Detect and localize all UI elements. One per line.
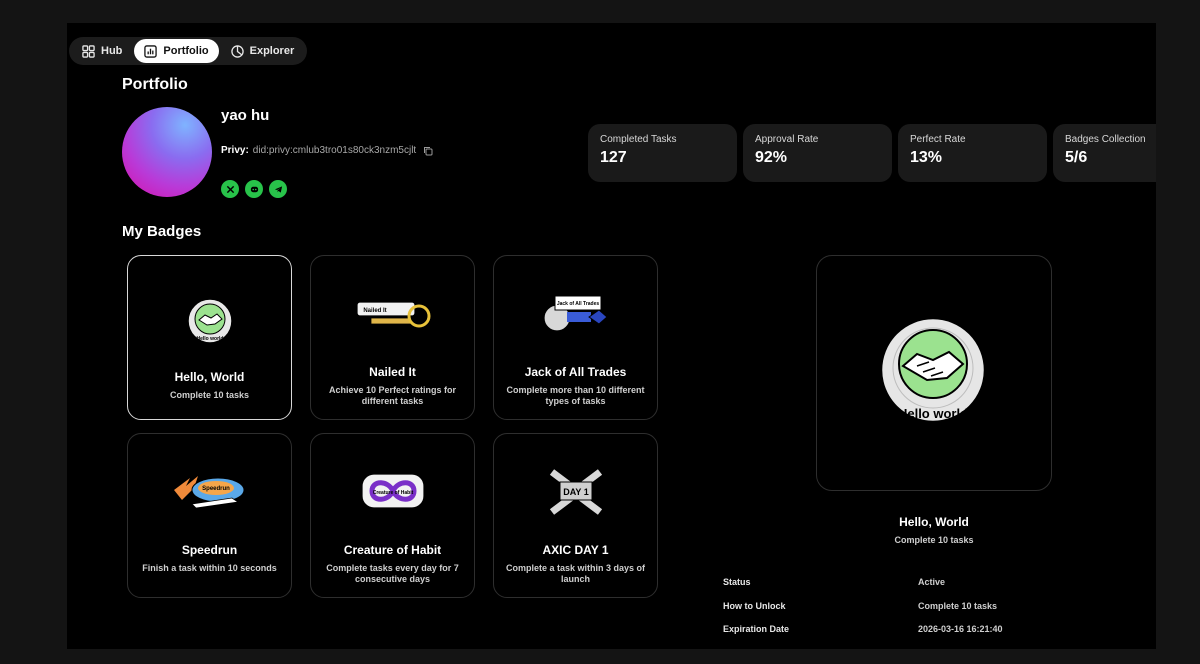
hello-world-badge-icon: Hello world: [186, 298, 233, 344]
badge-art-text: DAY 1: [563, 487, 589, 497]
nav-explorer-label: Explorer: [249, 45, 295, 57]
stat-perfect-rate: Perfect Rate 13%: [898, 124, 1047, 182]
badge-desc: Complete a task within 3 days of launch: [505, 563, 646, 584]
badge-name: AXIC DAY 1: [542, 543, 609, 557]
detail-art-text: Hello world: [898, 406, 968, 421]
badge-desc: Complete 10 tasks: [169, 390, 250, 400]
nav-portfolio[interactable]: Portfolio: [134, 39, 219, 63]
my-badges-title: My Badges: [122, 223, 202, 240]
stat-completed-tasks: Completed Tasks 127: [588, 124, 737, 182]
nailed-it-badge-icon: Nailed It: [355, 301, 430, 328]
badge-name: Jack of All Trades: [524, 365, 627, 379]
badge-desc: Finish a task within 10 seconds: [142, 563, 277, 573]
stat-value: 92%: [755, 149, 788, 166]
badge-card-hello-world[interactable]: Hello world Hello, World Complete 10 tas…: [127, 255, 292, 420]
badge-card-speedrun[interactable]: Speedrun Speedrun Finish a task within 1…: [127, 433, 292, 598]
detail-row-how-to-unlock: How to Unlock Complete 10 tasks: [723, 601, 1143, 611]
badge-art-text: Jack of All Trades: [556, 301, 599, 307]
nav-explorer[interactable]: Explorer: [221, 39, 305, 63]
detail-row-expiration-date: Expiration Date 2026-03-16 16:21:40: [723, 624, 1143, 634]
jack-of-all-trades-badge-icon: Jack of All Trades: [542, 295, 608, 332]
top-nav: Hub Portfolio Explorer: [69, 37, 308, 65]
badge-desc: Achieve 10 Perfect ratings for different…: [328, 385, 457, 406]
badge-name: Nailed It: [369, 365, 416, 379]
detail-badge-name: Hello, World: [899, 515, 969, 529]
stat-value: 13%: [910, 149, 943, 166]
copy-icon[interactable]: [423, 146, 433, 156]
stat-label: Completed Tasks: [600, 134, 677, 145]
badge-card-nailed-it[interactable]: Nailed It Nailed It Achieve 10 Perfect r…: [310, 255, 475, 420]
badge-desc: Complete tasks every day for 7 consecuti…: [326, 563, 459, 584]
detail-value: Active: [918, 577, 946, 587]
discord-icon: [250, 186, 258, 192]
detail-row-status: Status Active: [723, 577, 1143, 587]
pie-icon: [230, 44, 244, 58]
discord-link[interactable]: [245, 180, 263, 198]
badge-art-text: Creature of Habit: [372, 490, 413, 496]
stat-label: Badges Collection: [1065, 134, 1146, 145]
detail-badge-desc: Complete 10 tasks: [894, 535, 974, 545]
stat-label: Approval Rate: [755, 134, 819, 145]
chart-icon: [144, 44, 158, 58]
hello-world-badge-large-icon: Hello world: [879, 316, 987, 424]
nav-hub-label: Hub: [101, 45, 123, 57]
stats-row: Completed Tasks 127 Approval Rate 92% Pe…: [588, 124, 1156, 182]
detail-value: Complete 10 tasks: [918, 601, 998, 611]
privy-value: did:privy:cmlub3tro01s80ck3nzm5cjlt: [252, 145, 417, 156]
privy-label: Privy:: [221, 145, 249, 156]
x-icon: [226, 185, 234, 193]
avatar: [122, 107, 212, 197]
nav-hub[interactable]: Hub: [72, 39, 132, 63]
page-title: Portfolio: [122, 76, 188, 93]
badge-art-text: Speedrun: [202, 486, 230, 492]
username: yao hu: [221, 107, 270, 124]
x-link[interactable]: [221, 180, 239, 198]
stat-approval-rate: Approval Rate 92%: [743, 124, 892, 182]
detail-key: Expiration Date: [723, 624, 790, 634]
app-window: Hub Portfolio Explorer Portfolio yao hu …: [67, 23, 1156, 649]
badge-card-creature-of-habit[interactable]: Creature of Habit Creature of Habit Comp…: [310, 433, 475, 598]
detail-value: 2026-03-16 16:21:40: [918, 624, 1003, 634]
grid-icon: [82, 44, 95, 58]
badge-art-text: Hello world: [196, 336, 223, 342]
nav-portfolio-label: Portfolio: [163, 45, 209, 57]
badge-name: Hello, World: [174, 370, 245, 384]
social-links: [221, 180, 287, 198]
badge-card-jack-of-all-trades[interactable]: Jack of All Trades Jack of All Trades Co…: [493, 255, 658, 420]
detail-key: How to Unlock: [723, 601, 786, 611]
stat-label: Perfect Rate: [910, 134, 966, 145]
stat-value: 5/6: [1065, 149, 1088, 166]
telegram-link[interactable]: [269, 180, 287, 198]
badge-name: Creature of Habit: [343, 543, 442, 557]
badge-desc: Complete more than 10 different types of…: [506, 385, 645, 406]
privy-id: Privy: did:privy:cmlub3tro01s80ck3nzm5cj…: [221, 145, 433, 156]
stat-value: 127: [600, 149, 627, 166]
badge-detail-card: Hello world: [816, 255, 1052, 491]
detail-key: Status: [723, 577, 751, 587]
speedrun-badge-icon: Speedrun: [173, 476, 244, 509]
creature-of-habit-badge-icon: Creature of Habit: [360, 473, 425, 509]
telegram-icon: [274, 185, 282, 193]
badge-card-axic-day-1[interactable]: DAY 1 AXIC DAY 1 Complete a task within …: [493, 433, 658, 598]
badge-art-text: Nailed It: [363, 308, 386, 314]
axic-day-1-badge-icon: DAY 1: [549, 469, 602, 515]
stat-badges-collection: Badges Collection 5/6: [1053, 124, 1156, 182]
badge-name: Speedrun: [181, 543, 238, 557]
